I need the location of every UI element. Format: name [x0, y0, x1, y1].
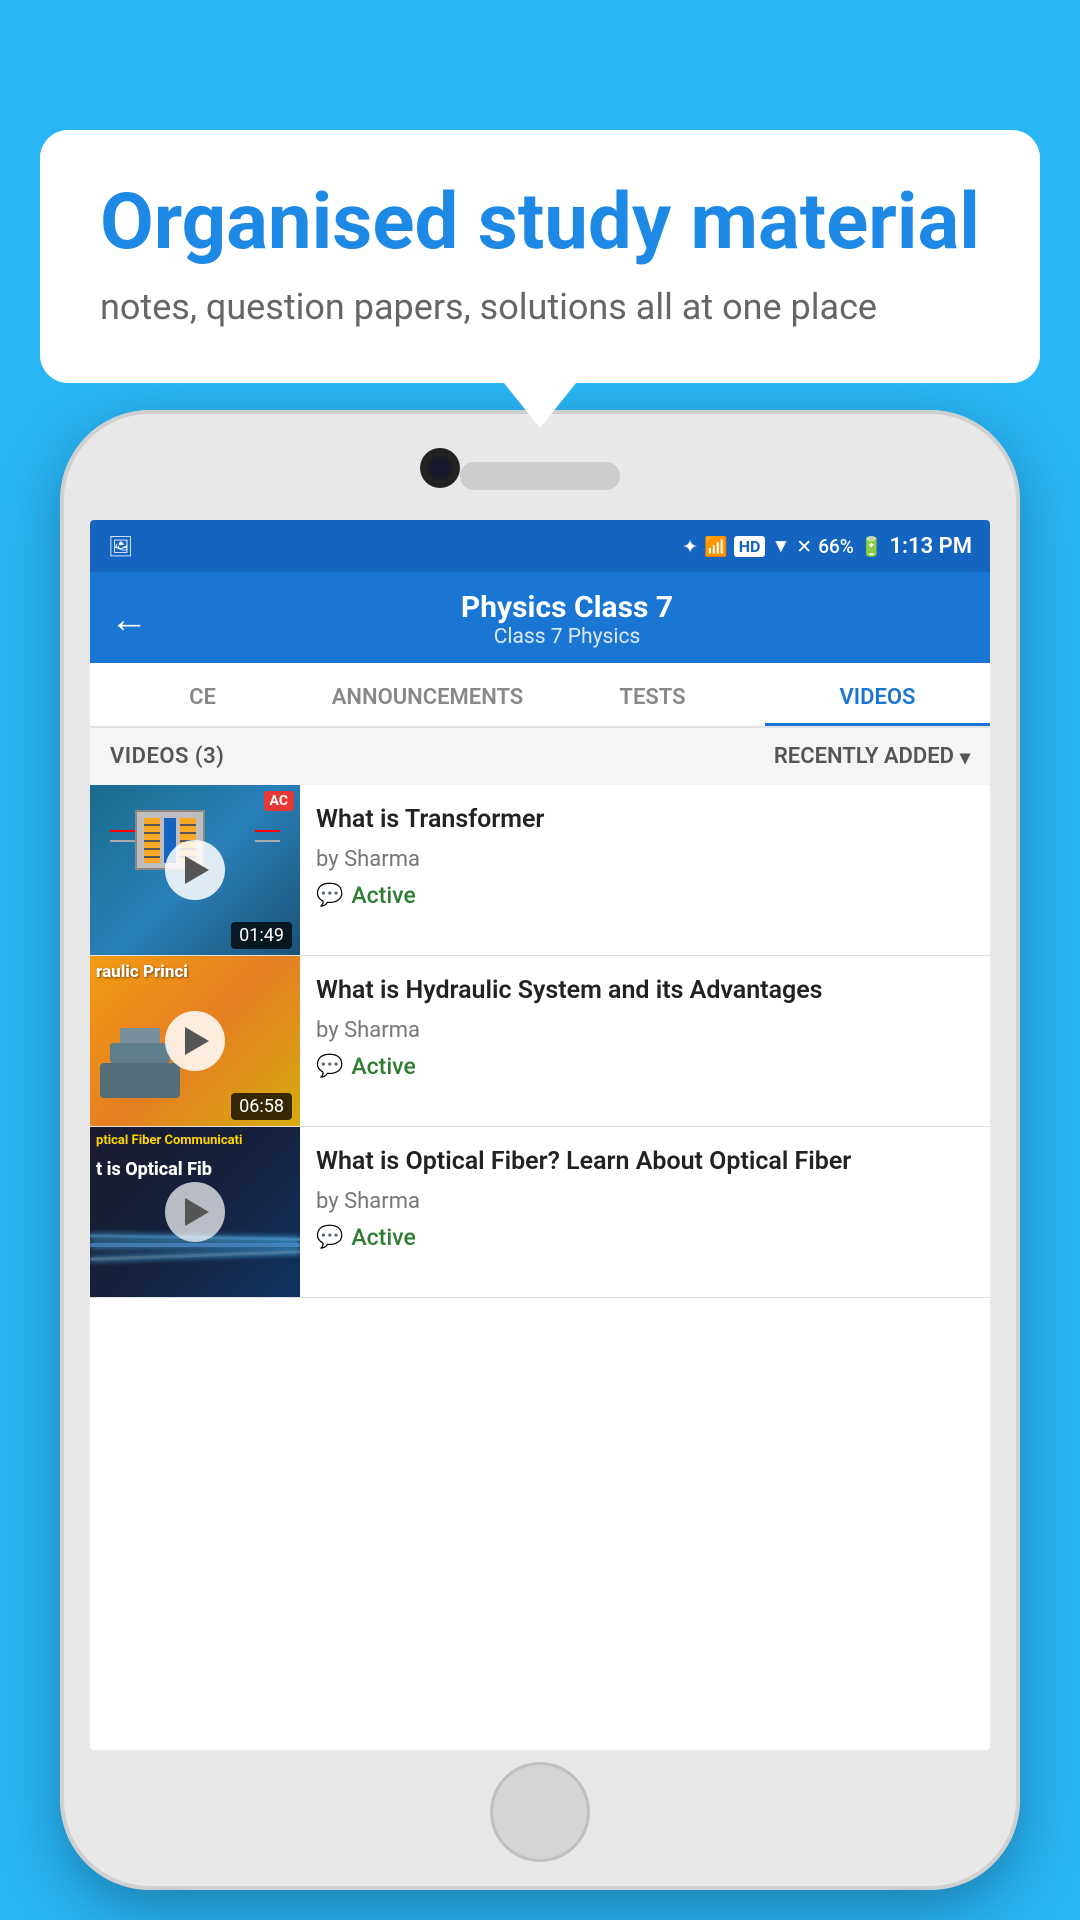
network-icon: ✕: [796, 535, 812, 558]
header-breadcrumb: Class 7 Physics: [164, 625, 970, 649]
chat-icon-2: 💬: [316, 1054, 343, 1079]
active-status-2: Active: [351, 1053, 415, 1080]
video-status-3: 💬 Active: [316, 1224, 974, 1251]
bubble-subtitle: notes, question papers, solutions all at…: [100, 286, 980, 328]
phone-frame: 🖼 ✦ 📶 HD ▼ ✕ 66% 🔋 1:13 PM ← Physics Cla…: [60, 410, 1020, 1890]
chat-icon-3: 💬: [316, 1225, 343, 1250]
tab-videos[interactable]: VIDEOS: [765, 663, 990, 726]
notification-icon: 🖼: [108, 534, 133, 558]
clock: 1:13 PM: [889, 534, 972, 559]
video-thumb-1: 01:49 AC: [90, 785, 300, 955]
status-right-info: ✦ 📶 HD ▼ ✕ 66% 🔋 1:13 PM: [682, 534, 972, 559]
video-title-3: What is Optical Fiber? Learn About Optic…: [316, 1145, 974, 1179]
status-bar: 🖼 ✦ 📶 HD ▼ ✕ 66% 🔋 1:13 PM: [90, 520, 990, 572]
active-status-3: Active: [351, 1224, 415, 1251]
wifi-icon: ▼: [771, 534, 790, 558]
play-button-3[interactable]: [165, 1182, 225, 1242]
play-icon-1: [185, 856, 209, 884]
header-title-block: Physics Class 7 Class 7 Physics: [164, 590, 970, 649]
bubble-title: Organised study material: [100, 180, 980, 266]
thumb-label-2: raulic Princi: [96, 962, 294, 982]
chevron-down-icon: ▾: [960, 745, 970, 769]
sort-button[interactable]: RECENTLY ADDED ▾: [774, 744, 970, 769]
play-button-2[interactable]: [165, 1011, 225, 1071]
video-item-3[interactable]: ptical Fiber Communicati t is Optical Fi…: [90, 1127, 990, 1298]
chat-icon-1: 💬: [316, 883, 343, 908]
tab-ce[interactable]: CE: [90, 663, 315, 726]
video-info-3: What is Optical Fiber? Learn About Optic…: [300, 1127, 990, 1297]
play-icon-3: [185, 1198, 209, 1226]
battery-pct: 66%: [818, 535, 854, 558]
sort-label: RECENTLY ADDED: [774, 744, 954, 769]
video-info-2: What is Hydraulic System and its Advanta…: [300, 956, 990, 1126]
back-button[interactable]: ←: [110, 601, 148, 639]
app-header: ← Physics Class 7 Class 7 Physics: [90, 572, 990, 663]
phone-home-button[interactable]: [490, 1762, 590, 1862]
signal-icon: 📶: [704, 535, 728, 558]
video-status-1: 💬 Active: [316, 882, 974, 909]
video-duration-2: 06:58: [231, 1093, 292, 1120]
tabs-bar: CE ANNOUNCEMENTS TESTS VIDEOS: [90, 663, 990, 728]
video-author-2: by Sharma: [316, 1018, 974, 1043]
video-title-1: What is Transformer: [316, 803, 974, 837]
list-header: VIDEOS (3) RECENTLY ADDED ▾: [90, 728, 990, 785]
phone-speaker: [460, 462, 620, 490]
hd-badge: HD: [734, 536, 766, 557]
video-thumb-2: raulic Princi 06:58: [90, 956, 300, 1126]
video-author-3: by Sharma: [316, 1189, 974, 1214]
tab-tests[interactable]: TESTS: [540, 663, 765, 726]
video-item-2[interactable]: raulic Princi 06:58 What is Hydraulic Sy…: [90, 956, 990, 1127]
video-item-1[interactable]: 01:49 AC What is Transformer by Sharma 💬…: [90, 785, 990, 956]
video-info-1: What is Transformer by Sharma 💬 Active: [300, 785, 990, 955]
thumb-label-3a: ptical Fiber Communicati: [96, 1133, 294, 1148]
play-button-1[interactable]: [165, 840, 225, 900]
phone-screen: 🖼 ✦ 📶 HD ▼ ✕ 66% 🔋 1:13 PM ← Physics Cla…: [90, 520, 990, 1750]
video-status-2: 💬 Active: [316, 1053, 974, 1080]
phone-camera: [420, 448, 460, 488]
speech-bubble: Organised study material notes, question…: [40, 130, 1040, 383]
video-thumb-3: ptical Fiber Communicati t is Optical Fi…: [90, 1127, 300, 1297]
tab-announcements[interactable]: ANNOUNCEMENTS: [315, 663, 540, 726]
video-author-1: by Sharma: [316, 847, 974, 872]
play-icon-2: [185, 1027, 209, 1055]
acm-badge: AC: [264, 791, 294, 811]
status-left-icons: 🖼: [108, 534, 133, 558]
active-status-1: Active: [351, 882, 415, 909]
video-count: VIDEOS (3): [110, 744, 224, 769]
thumb-label-3b: t is Optical Fib: [96, 1159, 294, 1180]
bluetooth-icon: ✦: [682, 535, 698, 558]
video-title-2: What is Hydraulic System and its Advanta…: [316, 974, 974, 1008]
video-duration-1: 01:49: [231, 922, 292, 949]
header-main-title: Physics Class 7: [164, 590, 970, 625]
battery-icon: 🔋: [860, 535, 884, 558]
